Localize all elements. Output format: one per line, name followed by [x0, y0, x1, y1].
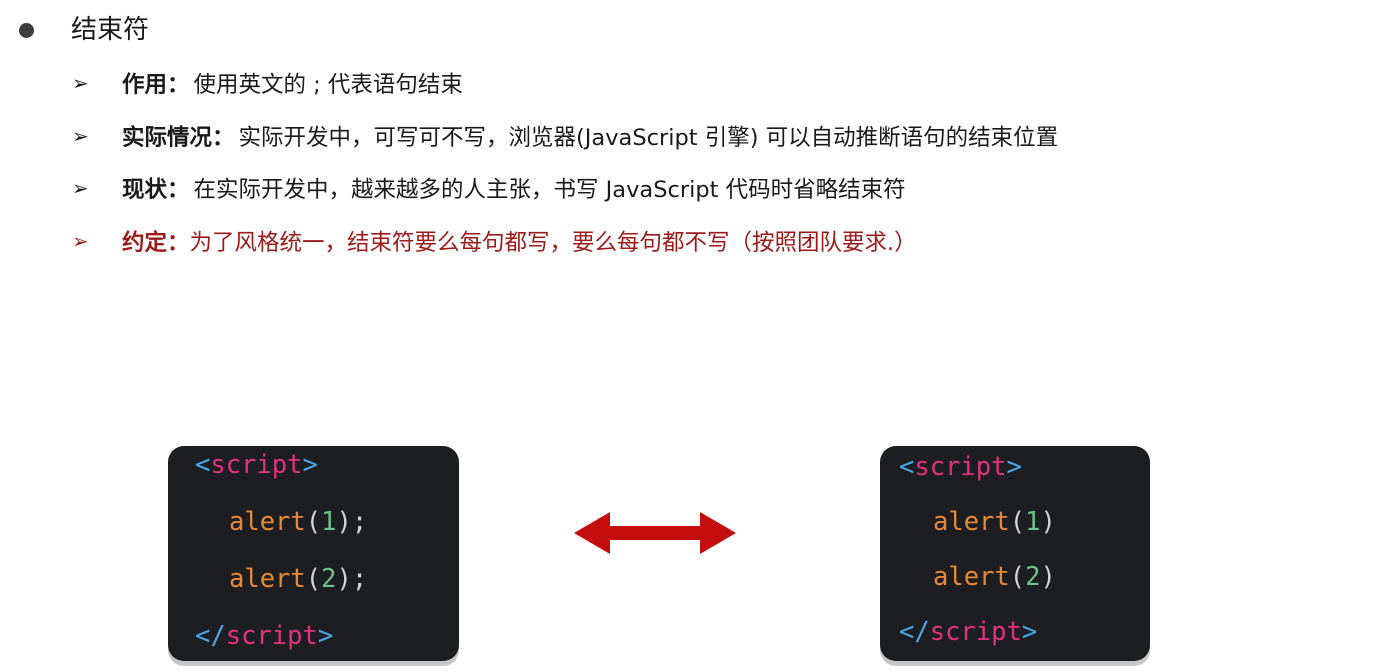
paren: (	[305, 564, 322, 594]
number-arg: 2	[1025, 562, 1041, 592]
code-close-tag: </script>	[195, 621, 333, 651]
code-close-tag: </script>	[899, 617, 1037, 647]
paren: (	[1009, 562, 1026, 592]
tag-name: script	[210, 450, 303, 480]
paren: (	[1009, 507, 1026, 537]
point-purpose: ➢ 作用： 使用英文的 ; 代表语句结束	[72, 66, 463, 100]
point-current-status: ➢ 现状： 在实际开发中，越来越多的人主张，书写 JavaScript 代码时省…	[72, 171, 906, 205]
paren: )	[1040, 562, 1056, 592]
point-label: 作用：	[122, 72, 190, 98]
tag-bracket: </	[899, 617, 930, 647]
function-name: alert	[229, 564, 306, 594]
code-block-with-semicolons: <script> alert(1); alert(2); </script>	[168, 446, 459, 661]
function-name: alert	[933, 562, 1010, 592]
code-open-tag: <script>	[899, 452, 1022, 482]
tag-name: script	[929, 617, 1022, 647]
code-line: alert(2)	[933, 562, 1056, 592]
arrowhead-bullet-icon: ➢	[72, 229, 89, 253]
tag-name: script	[225, 621, 318, 651]
tag-bracket: </	[195, 621, 226, 651]
tag-bracket: <	[195, 450, 211, 480]
tag-name: script	[914, 452, 1007, 482]
tag-bracket: >	[317, 621, 334, 651]
paren: )	[1040, 507, 1056, 537]
tag-bracket: >	[1021, 617, 1038, 647]
number-arg: 1	[1025, 507, 1041, 537]
arrowhead-bullet-icon: ➢	[72, 124, 89, 148]
code-open-tag: <script>	[195, 450, 318, 480]
point-text: 实际开发中，可写可不写，浏览器(JavaScript 引擎) 可以自动推断语句的…	[238, 125, 1059, 151]
semicolon: ;	[351, 564, 368, 594]
code-line: alert(1);	[229, 507, 367, 537]
point-label: 现状：	[122, 177, 190, 203]
paren: )	[336, 564, 352, 594]
number-arg: 1	[321, 507, 337, 537]
point-text: 为了风格统一，结束符要么每句都写，要么每句都不写（按照团队要求.）	[189, 230, 917, 256]
point-actual-situation: ➢ 实际情况： 实际开发中，可写可不写，浏览器(JavaScript 引擎) 可…	[72, 119, 1058, 153]
code-line: alert(1)	[933, 507, 1056, 537]
point-text: 在实际开发中，越来越多的人主张，书写 JavaScript 代码时省略结束符	[193, 177, 906, 203]
paren: )	[336, 507, 352, 537]
arrowhead-bullet-icon: ➢	[72, 176, 89, 200]
function-name: alert	[229, 507, 306, 537]
section-heading: 结束符	[71, 15, 150, 45]
tag-bracket: >	[302, 450, 318, 480]
slide: 结束符 ➢ 作用： 使用英文的 ; 代表语句结束 ➢ 实际情况： 实际开发中，可…	[0, 0, 1387, 671]
point-label: 实际情况：	[122, 125, 235, 151]
bullet-dot-icon	[19, 23, 34, 38]
arrowhead-bullet-icon: ➢	[72, 71, 89, 95]
function-name: alert	[933, 507, 1010, 537]
tag-bracket: <	[899, 452, 915, 482]
point-label: 约定：	[122, 230, 190, 256]
number-arg: 2	[321, 564, 337, 594]
double-headed-arrow-icon	[574, 512, 736, 554]
paren: (	[305, 507, 322, 537]
tag-bracket: >	[1006, 452, 1022, 482]
code-block-without-semicolons: <script> alert(1) alert(2) </script>	[880, 446, 1150, 661]
point-convention: ➢ 约定： 为了风格统一，结束符要么每句都写，要么每句都不写（按照团队要求.）	[72, 224, 917, 258]
semicolon: ;	[351, 507, 368, 537]
point-text: 使用英文的 ; 代表语句结束	[193, 72, 463, 98]
code-line: alert(2);	[229, 564, 367, 594]
